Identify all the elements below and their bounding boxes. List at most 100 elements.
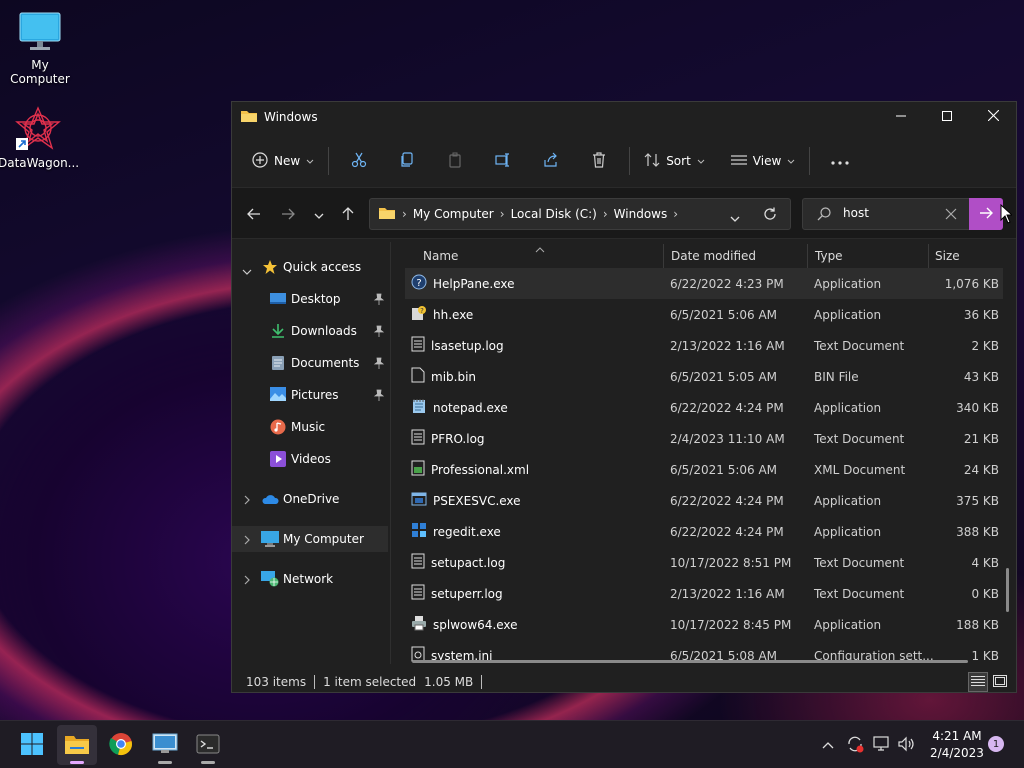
more-icon bbox=[831, 154, 849, 168]
file-name: PSEXESVC.exe bbox=[433, 493, 521, 508]
chevron-down-icon bbox=[314, 208, 324, 222]
desktop-folder-icon bbox=[270, 292, 286, 309]
file-row-notepad[interactable]: notepad.exe 6/22/2022 4:24 PM Applicatio… bbox=[405, 392, 1003, 423]
file-list: Name Date modified Type Size ? HelpPane.e… bbox=[391, 242, 1017, 667]
nav-quick-access[interactable]: Quick access bbox=[232, 254, 388, 280]
rename-button[interactable] bbox=[479, 145, 527, 177]
breadcrumb-windows[interactable]: Windows bbox=[614, 207, 668, 221]
nav-label: Network bbox=[283, 572, 334, 586]
cut-icon bbox=[351, 152, 367, 171]
minimize-icon bbox=[896, 110, 906, 124]
title-bar[interactable]: Windows bbox=[232, 102, 1016, 132]
search-input[interactable] bbox=[843, 206, 943, 220]
desktop-icon-datawagon[interactable]: DataWagon... bbox=[0, 106, 79, 170]
refresh-button[interactable] bbox=[763, 207, 777, 224]
details-view-button[interactable] bbox=[968, 672, 988, 692]
column-header-date-modified[interactable]: Date modified bbox=[671, 242, 807, 270]
rename-icon bbox=[495, 152, 511, 171]
clear-search-button[interactable] bbox=[945, 208, 957, 223]
taskbar-terminal[interactable] bbox=[188, 725, 228, 765]
file-row-pfro[interactable]: PFRO.log 2/4/2023 11:10 AM Text Document… bbox=[405, 423, 1003, 454]
volume-button[interactable] bbox=[898, 721, 916, 768]
file-name: notepad.exe bbox=[433, 400, 508, 415]
show-hidden-icons-button[interactable] bbox=[822, 721, 834, 768]
file-row-setuperr[interactable]: setuperr.log 2/13/2022 1:16 AM Text Docu… bbox=[405, 578, 1003, 609]
sync-status-button[interactable] bbox=[846, 721, 864, 768]
nav-item-pictures[interactable]: Pictures bbox=[232, 382, 388, 408]
command-bar: New Sort View bbox=[232, 140, 1016, 182]
file-name: setuperr.log bbox=[431, 586, 503, 601]
search-submit-button[interactable] bbox=[969, 198, 1003, 230]
more-options-button[interactable] bbox=[816, 145, 864, 177]
breadcrumb-local-disk[interactable]: Local Disk (C:) bbox=[511, 207, 597, 221]
file-row-professional[interactable]: Professional.xml 6/5/2021 5:06 AM XML Do… bbox=[405, 454, 1003, 485]
plus-icon bbox=[252, 151, 268, 171]
file-size: 1,076 KB bbox=[944, 276, 999, 291]
nav-my-computer[interactable]: My Computer bbox=[232, 526, 388, 552]
xml-file-icon bbox=[411, 460, 425, 479]
recent-locations-button[interactable] bbox=[307, 204, 331, 226]
file-row-regedit[interactable]: regedit.exe 6/22/2022 4:24 PM Applicatio… bbox=[405, 516, 1003, 547]
file-date: 2/13/2022 1:16 AM bbox=[670, 338, 785, 353]
column-header-size[interactable]: Size bbox=[935, 242, 1005, 270]
new-button[interactable]: New bbox=[244, 145, 322, 177]
minimize-button[interactable] bbox=[878, 102, 924, 132]
address-bar[interactable]: › My Computer › Local Disk (C:) › Window… bbox=[369, 198, 791, 230]
copy-button[interactable] bbox=[383, 145, 431, 177]
clock[interactable]: 4:21 AM 2/4/2023 bbox=[924, 728, 990, 762]
maximize-button[interactable] bbox=[924, 102, 970, 132]
breadcrumb-my-computer[interactable]: My Computer bbox=[413, 207, 494, 221]
column-label: Size bbox=[935, 249, 960, 263]
delete-button[interactable] bbox=[575, 145, 623, 177]
datawagon-logo-icon bbox=[14, 106, 62, 152]
horizontal-scrollbar[interactable] bbox=[412, 660, 968, 663]
view-button[interactable]: View bbox=[723, 145, 803, 177]
cut-button[interactable] bbox=[335, 145, 383, 177]
file-row-lsasetup[interactable]: lsasetup.log 2/13/2022 1:16 AM Text Docu… bbox=[405, 330, 1003, 361]
taskbar-file-explorer[interactable] bbox=[57, 725, 97, 765]
notification-badge[interactable]: 1 bbox=[988, 736, 1004, 752]
taskbar-remote-desktop[interactable] bbox=[145, 725, 185, 765]
file-name: HelpPane.exe bbox=[433, 276, 515, 291]
file-row-splwow64[interactable]: splwow64.exe 10/17/2022 8:45 PM Applicat… bbox=[405, 609, 1003, 640]
share-button[interactable] bbox=[527, 145, 575, 177]
sort-ascending-icon bbox=[535, 242, 545, 256]
arrow-right-icon bbox=[979, 207, 993, 222]
file-row-helppane[interactable]: ? HelpPane.exe 6/22/2022 4:23 PM Applicat… bbox=[405, 268, 1003, 299]
back-button[interactable] bbox=[242, 204, 266, 226]
vertical-scrollbar[interactable] bbox=[1006, 568, 1009, 612]
forward-button[interactable] bbox=[276, 204, 300, 226]
desktop-icon-my-computer[interactable]: My Computer bbox=[0, 10, 80, 86]
network-status-button[interactable] bbox=[873, 721, 891, 768]
nav-onedrive[interactable]: OneDrive bbox=[232, 486, 388, 512]
address-history-button[interactable] bbox=[730, 211, 740, 225]
file-row-hh[interactable]: ? hh.exe 6/5/2021 5:06 AM Application 36 … bbox=[405, 299, 1003, 330]
tiles-view-button[interactable] bbox=[990, 672, 1010, 692]
start-button[interactable] bbox=[12, 725, 52, 765]
file-date: 2/4/2023 11:10 AM bbox=[670, 431, 785, 446]
column-header-type[interactable]: Type bbox=[815, 242, 927, 270]
file-type: Application bbox=[814, 307, 882, 322]
file-date: 6/22/2022 4:24 PM bbox=[670, 400, 784, 415]
close-button[interactable] bbox=[970, 102, 1016, 132]
taskbar-chrome[interactable] bbox=[101, 725, 141, 765]
file-row-setupact[interactable]: setupact.log 10/17/2022 8:51 PM Text Doc… bbox=[405, 547, 1003, 578]
nav-item-downloads[interactable]: Downloads bbox=[232, 318, 388, 344]
column-label: Name bbox=[423, 249, 459, 263]
file-row-mib[interactable]: mib.bin 6/5/2021 5:05 AM BIN File 43 KB bbox=[405, 361, 1003, 392]
selection-size: 1.05 MB bbox=[424, 675, 474, 689]
up-button[interactable] bbox=[336, 204, 360, 226]
videos-icon bbox=[270, 451, 286, 470]
file-name: setupact.log bbox=[431, 555, 506, 570]
file-row-psexesvc[interactable]: PSEXESVC.exe 6/22/2022 4:24 PM Applicati… bbox=[405, 485, 1003, 516]
sort-button[interactable]: Sort bbox=[636, 145, 713, 177]
nav-item-videos[interactable]: Videos bbox=[232, 446, 388, 472]
nav-item-music[interactable]: Music bbox=[232, 414, 388, 440]
view-icon bbox=[730, 154, 747, 169]
column-label: Type bbox=[815, 249, 843, 263]
paste-button[interactable] bbox=[431, 145, 479, 177]
nav-item-desktop[interactable]: Desktop bbox=[232, 286, 388, 312]
nav-network[interactable]: Network bbox=[232, 566, 388, 592]
file-type: XML Document bbox=[814, 462, 906, 477]
nav-item-documents[interactable]: Documents bbox=[232, 350, 388, 376]
